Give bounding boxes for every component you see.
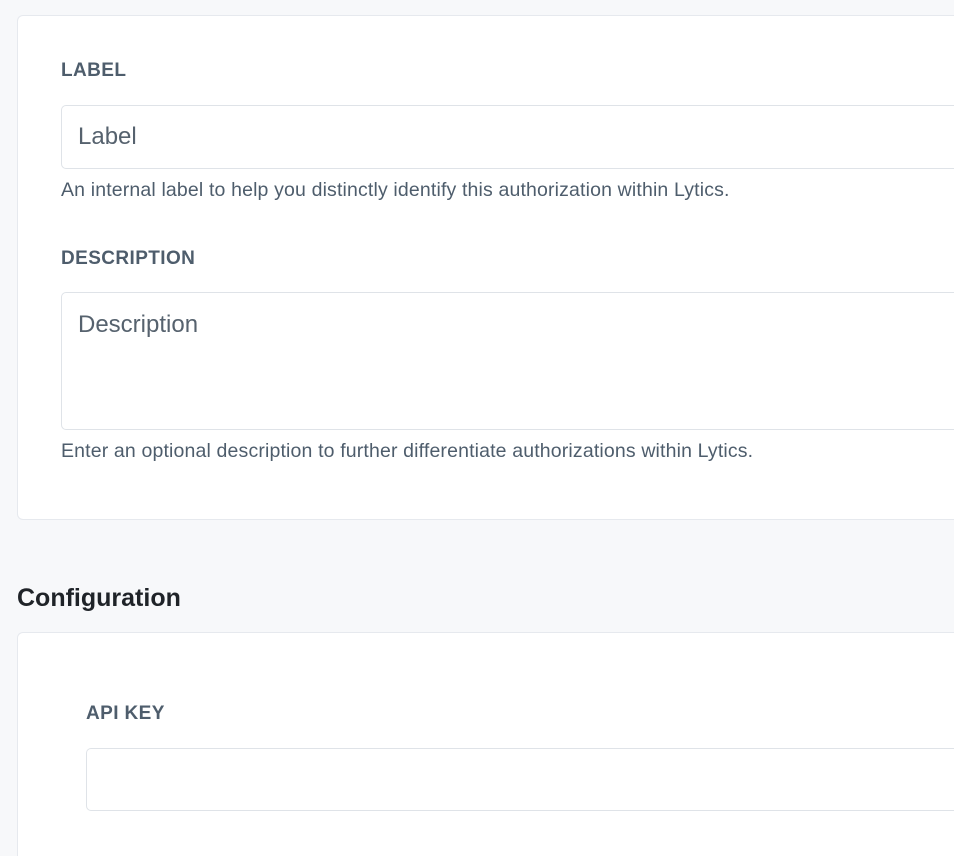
description-field-title: DESCRIPTION — [61, 248, 196, 269]
configuration-heading: Configuration — [17, 584, 181, 612]
description-help-text: Enter an optional description to further… — [61, 440, 754, 462]
description-textarea[interactable] — [61, 292, 954, 430]
general-settings-card: LABEL An internal label to help you dist… — [17, 15, 954, 520]
label-input[interactable] — [61, 105, 954, 169]
label-help-text: An internal label to help you distinctly… — [61, 179, 730, 201]
api-key-input[interactable] — [86, 748, 954, 811]
configuration-card: API KEY — [17, 632, 954, 856]
authorization-form-page: LABEL An internal label to help you dist… — [0, 0, 954, 856]
label-field-title: LABEL — [61, 60, 127, 81]
api-key-field-title: API KEY — [86, 703, 165, 724]
